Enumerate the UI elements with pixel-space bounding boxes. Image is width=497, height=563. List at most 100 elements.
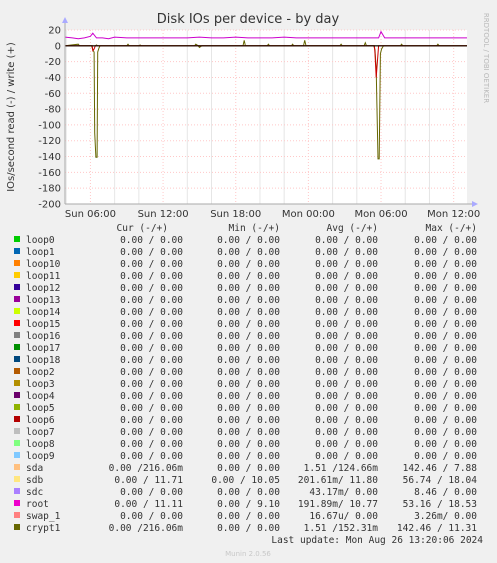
legend-max: 0.00 / 0.00 xyxy=(414,319,477,330)
legend-name: crypt1 xyxy=(26,523,61,534)
legend-name: loop5 xyxy=(26,403,55,414)
legend-cur: 0.00 / 0.00 xyxy=(120,355,183,366)
legend-min: 0.00 / 0.00 xyxy=(217,355,280,366)
legend-max: 0.00 / 0.00 xyxy=(414,283,477,294)
legend-avg: 1.51 /124.66m xyxy=(304,463,379,474)
legend-min: 0.00 / 0.00 xyxy=(217,415,280,426)
legend-min: 0.00 / 0.00 xyxy=(217,511,280,522)
legend-swatch xyxy=(14,404,20,410)
legend-swatch xyxy=(14,260,20,266)
legend-max: 0.00 / 0.00 xyxy=(414,331,477,342)
legend-avg: 0.00 / 0.00 xyxy=(315,427,378,438)
legend-swatch xyxy=(14,272,20,278)
legend-avg: 0.00 / 0.00 xyxy=(315,283,378,294)
legend-swatch xyxy=(14,416,20,422)
x-tick-label: Sun 12:00 xyxy=(138,209,189,220)
legend-max: 8.46 / 0.00 xyxy=(414,487,477,498)
legend-cur: 0.00 / 11.71 xyxy=(114,475,183,486)
legend-name: loop12 xyxy=(26,283,60,294)
legend-avg: 0.00 / 0.00 xyxy=(315,259,378,270)
legend-min: 0.00 / 10.05 xyxy=(211,475,280,486)
legend-max: 0.00 / 0.00 xyxy=(414,427,477,438)
legend-cur: 0.00 / 0.00 xyxy=(120,343,183,354)
legend-cur: 0.00 / 0.00 xyxy=(120,439,183,450)
legend-cur: 0.00 / 0.00 xyxy=(120,259,183,270)
legend-swatch xyxy=(14,296,20,302)
y-tick-label: -40 xyxy=(45,73,61,84)
legend-cur: 0.00 / 0.00 xyxy=(120,391,183,402)
legend-cur: 0.00 / 0.00 xyxy=(120,415,183,426)
legend-name: loop9 xyxy=(26,451,55,462)
legend-min: 0.00 / 0.00 xyxy=(217,319,280,330)
legend-swatch xyxy=(14,344,20,350)
legend-max: 0.00 / 0.00 xyxy=(414,271,477,282)
legend-avg: 0.00 / 0.00 xyxy=(315,319,378,330)
legend-min: 0.00 / 0.00 xyxy=(217,247,280,258)
legend-avg: 0.00 / 0.00 xyxy=(315,343,378,354)
legend-name: sda xyxy=(26,463,43,474)
legend-name: loop10 xyxy=(26,259,61,270)
y-tick-label: -60 xyxy=(45,89,61,100)
legend-max: 0.00 / 0.00 xyxy=(414,391,477,402)
last-update-text: Last update: Mon Aug 26 13:20:06 2024 xyxy=(271,535,483,546)
legend-name: sdb xyxy=(26,475,43,486)
legend-max: 0.00 / 0.00 xyxy=(414,367,477,378)
legend-min: 0.00 / 0.00 xyxy=(217,271,280,282)
x-tick-label: Sun 06:00 xyxy=(65,209,116,220)
legend-min: 0.00 / 9.10 xyxy=(217,499,280,510)
legend-cur: 0.00 / 0.00 xyxy=(120,511,183,522)
x-tick-label: Mon 00:00 xyxy=(282,209,335,220)
legend-max: 56.74 / 18.04 xyxy=(403,475,478,486)
legend-cur: 0.00 / 0.00 xyxy=(120,331,183,342)
legend-avg: 0.00 / 0.00 xyxy=(315,367,378,378)
legend-max: 0.00 / 0.00 xyxy=(414,415,477,426)
legend-swatch xyxy=(14,524,20,530)
legend-swatch xyxy=(14,380,20,386)
disk-io-chart: Disk IOs per device - by day IOs/second … xyxy=(0,0,497,563)
legend-name: loop0 xyxy=(26,235,55,246)
legend-name: loop18 xyxy=(26,355,61,366)
legend-min: 0.00 / 0.00 xyxy=(217,367,280,378)
legend-max: 142.46 / 7.88 xyxy=(403,463,478,474)
legend-max: 53.16 / 18.53 xyxy=(403,499,477,510)
legend-name: loop8 xyxy=(26,439,55,450)
legend-min: 0.00 / 0.00 xyxy=(217,343,280,354)
legend-swatch xyxy=(14,512,20,518)
legend-cur: 0.00 /216.06m xyxy=(109,463,184,474)
legend-cur: 0.00 / 0.00 xyxy=(120,367,183,378)
rrdtool-credit: RRDTOOL / TOBI OETIKER xyxy=(482,13,490,103)
legend-min: 0.00 / 0.00 xyxy=(217,463,280,474)
chart-title: Disk IOs per device - by day xyxy=(157,12,340,27)
legend-min: 0.00 / 0.00 xyxy=(217,307,280,318)
legend-swatch xyxy=(14,500,20,506)
legend-min: 0.00 / 0.00 xyxy=(217,451,280,462)
legend-min: 0.00 / 0.00 xyxy=(217,259,280,270)
legend-swatch xyxy=(14,392,20,398)
legend-cur: 0.00 / 0.00 xyxy=(120,451,183,462)
legend-cur: 0.00 / 0.00 xyxy=(120,283,183,294)
legend-cur: 0.00 / 0.00 xyxy=(120,235,183,246)
legend-name: loop1 xyxy=(26,247,55,258)
legend-swatch xyxy=(14,248,20,254)
legend-swatch xyxy=(14,488,20,494)
legend-cur: 0.00 / 0.00 xyxy=(120,295,183,306)
x-tick-label: Mon 06:00 xyxy=(354,209,407,220)
y-tick-label: -80 xyxy=(45,105,61,116)
legend-swatch xyxy=(14,332,20,338)
legend-swatch xyxy=(14,476,20,482)
legend-swatch xyxy=(14,320,20,326)
legend-max: 0.00 / 0.00 xyxy=(414,403,477,414)
x-tick-label: Mon 12:00 xyxy=(427,209,480,220)
legend-name: loop14 xyxy=(26,307,61,318)
legend-name: sdc xyxy=(26,487,43,498)
legend-avg: 0.00 / 0.00 xyxy=(315,379,378,390)
y-tick-label: -120 xyxy=(38,136,61,147)
y-tick-label: -100 xyxy=(38,120,61,131)
legend-swatch xyxy=(14,464,20,470)
y-tick-label: 20 xyxy=(48,26,61,37)
legend-min: 0.00 / 0.00 xyxy=(217,295,280,306)
legend-name: root xyxy=(26,499,49,510)
legend-name: loop11 xyxy=(26,271,61,282)
x-tick-label: Sun 18:00 xyxy=(210,209,261,220)
legend-header-max: Max (-/+) xyxy=(426,223,477,234)
